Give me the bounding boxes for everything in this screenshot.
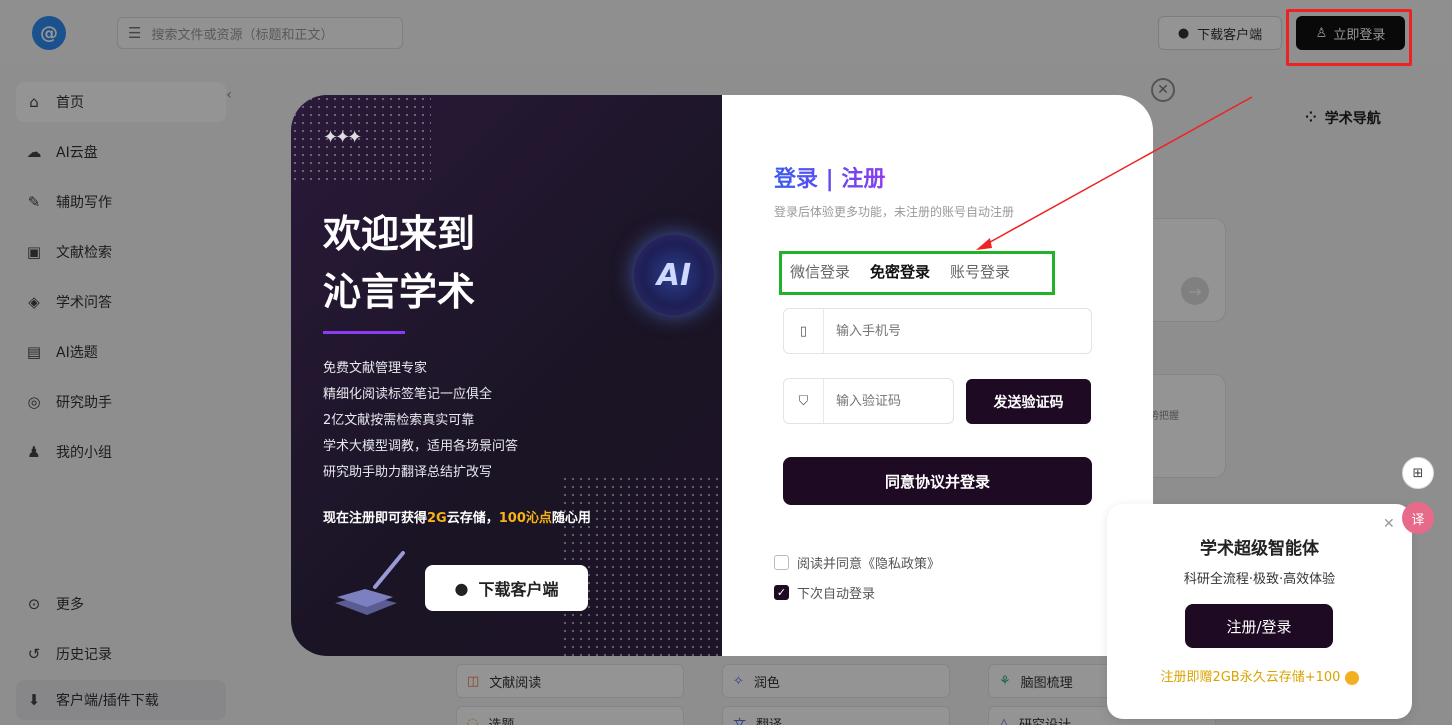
privacy-label: 阅读并同意《隐私政策》 (797, 557, 941, 572)
close-icon[interactable]: ✕ (1151, 78, 1175, 102)
form-title: 登录 | 注册 (774, 161, 885, 193)
code-field: ⛉ (783, 378, 954, 424)
feature-item: 学术大模型调教，适用各场景问答 (323, 439, 519, 454)
promo-storage: 2G (427, 511, 447, 526)
login-modal: ✦✦✦ 欢迎来到 沁言学术 免费文献管理专家 精细化阅读标签笔记一应俱全 2亿文… (291, 95, 1153, 656)
auto-login-checkbox-row[interactable]: ✓ 下次自动登录 (774, 583, 875, 602)
code-input[interactable] (824, 393, 944, 409)
auto-login-checkbox[interactable]: ✓ (774, 585, 789, 600)
auto-login-label: 下次自动登录 (797, 587, 876, 602)
feature-item: 精细化阅读标签笔记一应俱全 (323, 387, 493, 402)
shield-icon: ⛉ (784, 379, 824, 423)
login-form-panel: 登录 | 注册 登录后体验更多功能，未注册的账号自动注册 微信登录 免密登录 账… (722, 95, 1153, 656)
agent-gift-text: 注册即赠2GB永久云存储+100 (1107, 666, 1412, 685)
grid-plus-icon[interactable]: ⊞ (1402, 457, 1434, 489)
translate-float-icon[interactable]: 译 (1402, 502, 1434, 534)
phone-input[interactable] (824, 323, 1024, 339)
login-highlight-box (1286, 9, 1412, 66)
modal-download-label: 下载客户端 (478, 580, 559, 599)
agree-login-button[interactable]: 同意协议并登录 (783, 457, 1092, 505)
promo-text: 现在注册即可获得 (323, 511, 428, 526)
agent-register-button[interactable]: 注册/登录 (1185, 604, 1333, 648)
promo-points: 100沁点 (498, 511, 552, 526)
agent-promo-card: ✕ 学术超级智能体 科研全流程·极致·高效体验 注册/登录 注册即赠2GB永久云… (1107, 504, 1412, 719)
modal-download-button[interactable]: ● 下载客户端 (425, 565, 588, 611)
privacy-checkbox-row[interactable]: 阅读并同意《隐私政策》 (774, 553, 940, 572)
welcome-line-1: 欢迎来到 (323, 212, 476, 256)
feature-item: 2亿文献按需检索真实可靠 (323, 413, 475, 428)
register-promo: 现在注册即可获得2G云存储，100沁点随心用 (323, 507, 591, 526)
close-icon[interactable]: ✕ (1383, 516, 1395, 532)
phone-icon: ▯ (784, 309, 824, 353)
welcome-line-2: 沁言学术 (323, 270, 476, 314)
agent-subtitle: 科研全流程·极致·高效体验 (1183, 572, 1336, 587)
feature-item: 研究助手助力翻译总结扩改写 (323, 465, 493, 480)
sparkle-icon: ✦✦✦ (323, 127, 362, 148)
send-code-button[interactable]: 发送验证码 (966, 379, 1091, 424)
feature-item: 免费文献管理专家 (323, 361, 428, 376)
divider (323, 331, 405, 334)
apple-icon: ● (454, 578, 469, 598)
modal-promo-panel: ✦✦✦ 欢迎来到 沁言学术 免费文献管理专家 精细化阅读标签笔记一应俱全 2亿文… (291, 95, 722, 656)
agent-title: 学术超级智能体 (1200, 539, 1319, 559)
gift-label: 注册即赠2GB永久云存储+100 (1160, 670, 1341, 685)
welcome-heading: 欢迎来到 沁言学术 (323, 205, 475, 321)
privacy-checkbox[interactable] (774, 555, 789, 570)
coin-icon (1344, 670, 1359, 685)
tabs-highlight-box (779, 251, 1055, 295)
ai-badge-icon: AI (634, 235, 714, 315)
book-pen-icon (335, 551, 405, 615)
promo-text: 随心用 (551, 511, 591, 526)
promo-text: 云存储， (446, 511, 499, 526)
phone-field: ▯ (783, 308, 1092, 354)
form-subtitle: 登录后体验更多功能，未注册的账号自动注册 (774, 205, 1015, 219)
